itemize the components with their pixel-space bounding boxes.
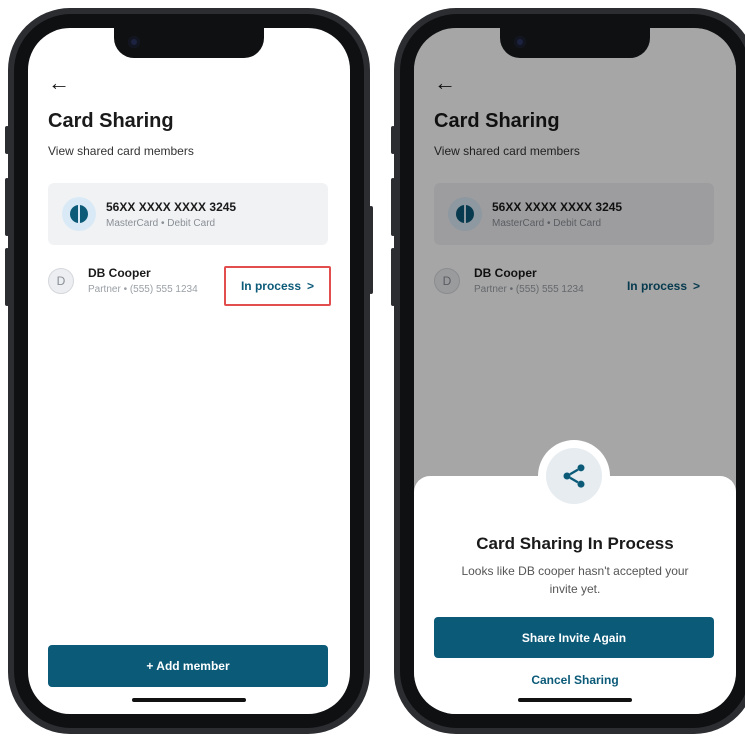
phone-side-button	[391, 178, 395, 236]
sheet-description: Looks like DB cooper hasn't accepted you…	[461, 564, 689, 596]
share-invite-again-button[interactable]: Share Invite Again	[434, 617, 714, 658]
phone-frame-left: ← Card Sharing View shared card members …	[5, 8, 373, 734]
phone-side-button	[5, 248, 9, 306]
home-indicator	[132, 698, 246, 702]
chevron-right-icon: >	[307, 279, 315, 293]
phone-side-button	[391, 248, 395, 306]
card-summary[interactable]: 56XX XXXX XXXX 3245 MasterCard • Debit C…	[48, 183, 328, 245]
phone-side-button	[5, 178, 9, 236]
card-logo-icon	[62, 197, 96, 231]
cancel-sharing-button[interactable]: Cancel Sharing	[414, 673, 736, 687]
screen-card-sharing-dialog: ← Card Sharing View shared card members …	[414, 28, 736, 714]
add-member-button[interactable]: + Add member	[48, 645, 328, 687]
member-info: Partner • (555) 555 1234	[88, 284, 198, 295]
camera-icon	[514, 36, 526, 48]
share-badge	[538, 440, 610, 512]
camera-icon	[128, 36, 140, 48]
phone-side-button	[391, 126, 395, 154]
notch	[500, 28, 650, 58]
in-process-link[interactable]: In process >	[224, 266, 331, 306]
back-arrow-icon[interactable]: ←	[48, 72, 70, 94]
page-subtitle: View shared card members	[48, 144, 194, 158]
avatar: D	[48, 268, 74, 294]
card-type: MasterCard • Debit Card	[106, 218, 216, 229]
home-indicator	[518, 698, 632, 702]
status-label: In process	[240, 279, 301, 293]
sheet-title: Card Sharing In Process	[476, 534, 674, 553]
phone-side-button	[5, 126, 9, 154]
phone-side-button	[369, 206, 373, 294]
screen-card-sharing: ← Card Sharing View shared card members …	[28, 28, 350, 714]
phone-frame-right: ← Card Sharing View shared card members …	[391, 8, 745, 734]
notch	[114, 28, 264, 58]
card-number: 56XX XXXX XXXX 3245	[106, 200, 237, 214]
page-title: Card Sharing	[48, 110, 174, 132]
member-name: DB Cooper	[88, 266, 151, 280]
bottom-sheet: Card Sharing In Process Looks like DB co…	[414, 440, 736, 714]
share-icon	[563, 464, 585, 488]
